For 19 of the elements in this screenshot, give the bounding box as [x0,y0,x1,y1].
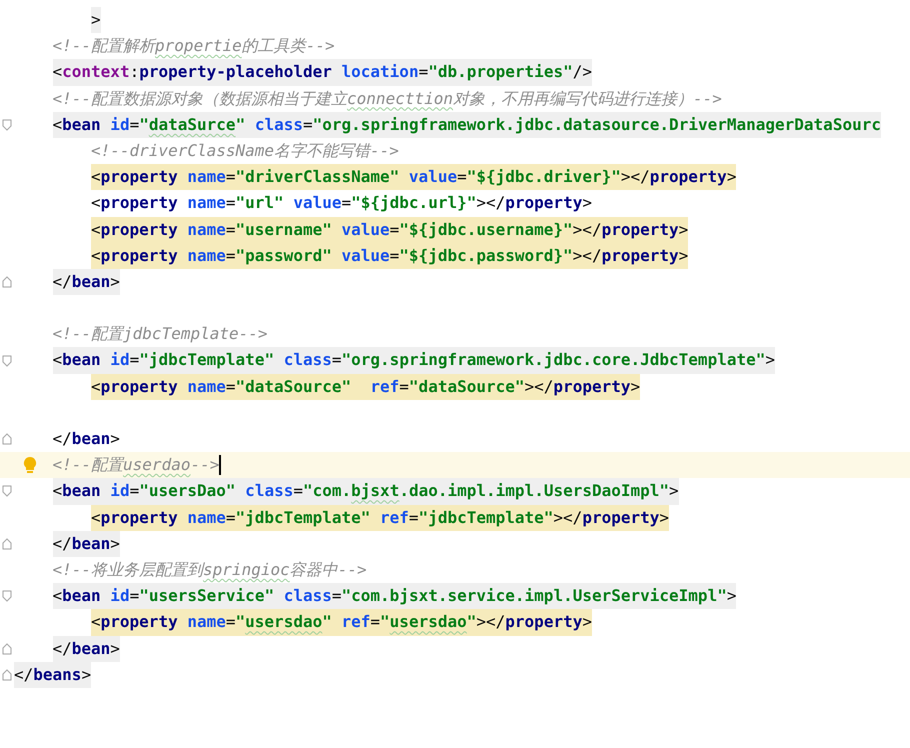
code-line: </bean> [52,428,120,450]
fold-icon[interactable] [2,668,12,681]
fold-icon[interactable] [2,118,12,131]
fold-icon[interactable] [2,642,12,655]
code-line: <property name="url" value="${jdbc.url}"></property> [91,192,592,214]
code-comment: <!--driverClassName名字不能写错--> [91,140,399,162]
fold-icon[interactable] [2,276,12,288]
fold-icon[interactable] [2,590,12,602]
code-comment: <!--将业务层配置到springioc容器中--> [52,558,367,581]
fold-icon[interactable] [2,538,12,550]
text-cursor [219,455,222,476]
code-comment: <!--配置userdao--> [52,454,220,476]
code-comment: <!--配置jdbcTemplate--> [52,323,268,346]
code-comment: <!--配置数据源对象（数据源相当于建立connecttion对象，不用再编写代码进行连接）--> [52,88,722,110]
fold-icon[interactable] [2,433,12,446]
fold-icon[interactable] [2,485,12,498]
lightbulb-icon[interactable] [23,456,37,474]
code-comment: <!--配置解析propertie的工具类--> [52,35,335,58]
fold-icon[interactable] [2,354,12,367]
